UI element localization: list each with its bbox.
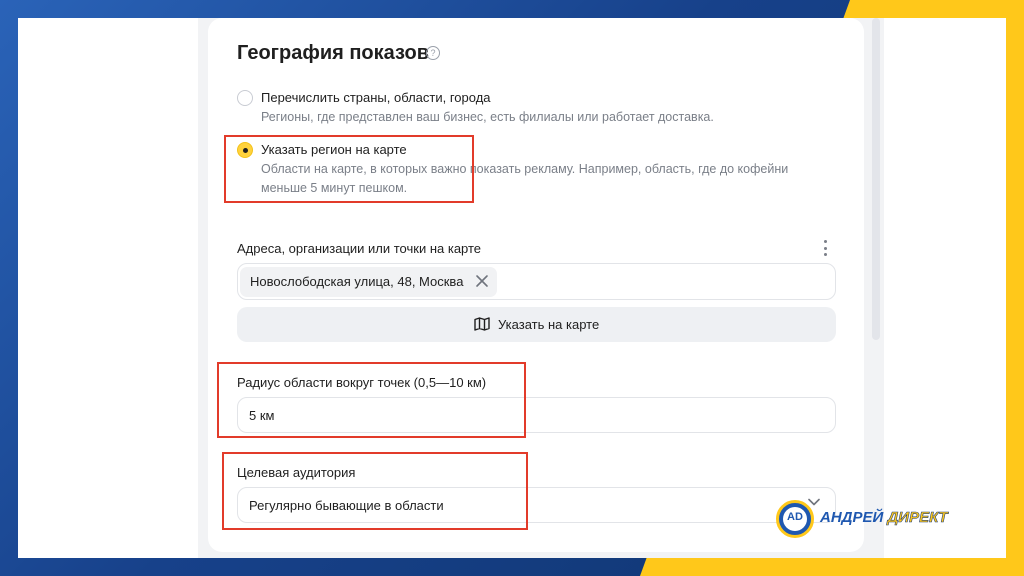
brand-name-part1: АНДРЕЙ bbox=[820, 509, 884, 526]
brand-logo-mark: AD bbox=[787, 511, 803, 523]
question-circle-icon[interactable]: ? bbox=[426, 46, 440, 60]
addresses-label: Адреса, организации или точки на карте bbox=[237, 241, 482, 256]
close-icon[interactable] bbox=[474, 273, 490, 289]
section-title: География показов bbox=[237, 42, 429, 64]
chevron-down-icon[interactable] bbox=[808, 498, 820, 506]
address-chip: Новослободская улица, 48, Москва bbox=[240, 267, 498, 297]
select-on-map-button-label: Указать на карте bbox=[498, 317, 600, 332]
highlight-map-region-option bbox=[224, 135, 474, 203]
map-icon bbox=[474, 317, 490, 331]
option-list-regions-description: Регионы, где представлен ваш бизнес, ест… bbox=[261, 110, 714, 124]
scrollbar[interactable] bbox=[872, 18, 880, 340]
highlight-radius-field bbox=[217, 362, 526, 438]
brand-name: АНДРЕЙ ДИРЕКТ bbox=[820, 509, 948, 527]
highlight-audience-field bbox=[222, 452, 528, 530]
more-options-icon[interactable] bbox=[822, 240, 828, 256]
radio-list-regions[interactable] bbox=[237, 90, 253, 106]
brand-name-part2: ДИРЕКТ bbox=[887, 509, 948, 527]
option-list-regions-label[interactable]: Перечислить страны, области, города bbox=[261, 90, 491, 105]
